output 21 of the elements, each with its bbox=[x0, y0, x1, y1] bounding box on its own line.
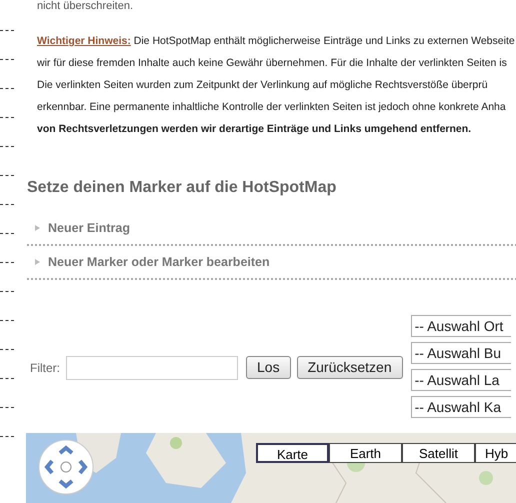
go-button[interactable]: Los bbox=[246, 356, 291, 379]
accordion-header[interactable]: Neuer Eintrag bbox=[27, 218, 130, 238]
accordion-header[interactable]: Neuer Marker oder Marker bearbeiten bbox=[27, 252, 270, 272]
dropdown-select[interactable]: -- Auswahl Ort bbox=[410, 315, 511, 337]
section-heading: Setze deinen Marker auf die HotSpotMap bbox=[27, 178, 336, 198]
map-type-button[interactable]: Satellit bbox=[402, 443, 475, 463]
dropdown-select[interactable]: -- Auswahl Ka bbox=[410, 396, 511, 418]
triangle-icon bbox=[35, 225, 40, 231]
triangle-icon bbox=[35, 259, 40, 265]
dropdown-select[interactable]: -- Auswahl Bu bbox=[410, 342, 511, 364]
body-text: nicht überschreiten. bbox=[37, 0, 133, 12]
reset-button[interactable]: Zurücksetzen bbox=[296, 356, 403, 379]
map-type-button[interactable]: Earth bbox=[329, 443, 402, 463]
filter-input[interactable] bbox=[66, 356, 238, 380]
dropdown-select[interactable]: -- Auswahl La bbox=[410, 369, 511, 391]
map-type-button[interactable]: Karte bbox=[256, 443, 329, 463]
notice-paragraph: Wichtiger Hinweis: Die HotSpotMap enthält möglicherweise Einträge und Links zu externen Webseite wir für diese fremden Inhalte auch keine Gewähr übernehmen. Für die Inhalte der verlinkten Seiten is Die verlinkten Seiten wurden zum Zeitpunkt der Verlinkung auf mögliche Rechtsverstöße überprü erkennbar. Eine permanente inhaltliche Kontrolle der verlinkten Seiten ist jedoch ohne konkrete Anha von Rechtsverletzungen werden wir derartige Einträge und Links umgehend entfernen. bbox=[37, 34, 516, 137]
notice-link[interactable]: Wichtiger Hinweis: bbox=[37, 35, 131, 47]
filter-label: Filter: bbox=[30, 360, 60, 376]
pan-control-icon[interactable] bbox=[38, 439, 94, 495]
map-type-button[interactable]: Hyb bbox=[475, 443, 516, 463]
